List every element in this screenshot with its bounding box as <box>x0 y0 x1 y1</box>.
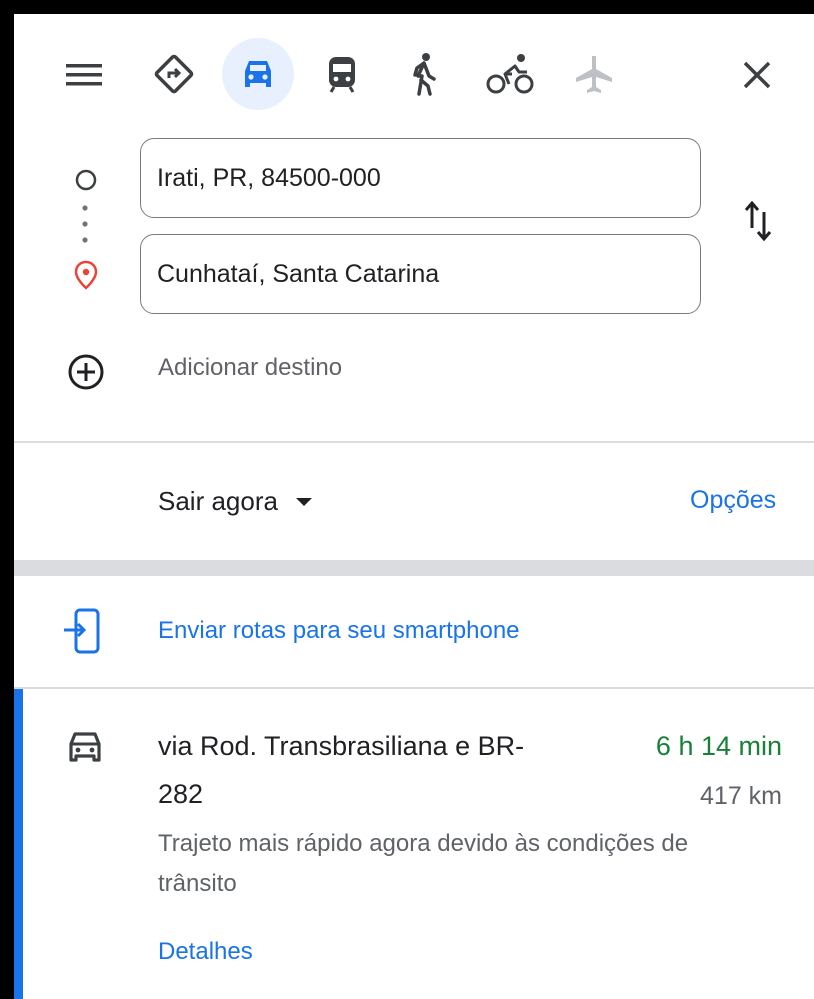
route-details-link[interactable]: Detalhes <box>158 938 253 966</box>
bicycle-mode-button[interactable] <box>474 38 546 110</box>
route-duration: 6 h 14 min <box>655 731 782 761</box>
bicycle-icon <box>486 54 534 94</box>
window-frame-top <box>0 0 814 14</box>
car-route-icon <box>66 730 104 764</box>
dropdown-arrow-icon <box>295 497 312 506</box>
route-dots-icon <box>80 202 90 252</box>
car-mode-button[interactable] <box>222 38 294 110</box>
flight-mode-button[interactable] <box>558 38 630 110</box>
origin-input[interactable]: Irati, PR, 84500-000 <box>140 138 701 218</box>
window-frame-left <box>0 0 14 999</box>
origin-input-value: Irati, PR, 84500-000 <box>157 163 381 192</box>
menu-icon[interactable] <box>64 58 104 92</box>
close-icon[interactable] <box>740 58 774 92</box>
send-to-phone-icon[interactable] <box>60 606 104 656</box>
section-divider <box>14 441 814 443</box>
add-destination-icon[interactable] <box>66 352 106 392</box>
route-note-line1: Trajeto mais rápido agora devido às cond… <box>158 830 689 857</box>
origin-circle-icon <box>74 168 98 192</box>
route-distance: 417 km <box>700 782 782 810</box>
walk-mode-button[interactable] <box>388 38 460 110</box>
route-title-line1: via Rod. Transbrasiliana e BR- <box>158 731 525 761</box>
destination-pin-icon <box>73 260 99 290</box>
best-route-icon <box>154 54 194 94</box>
section-divider-2 <box>14 687 814 689</box>
route-title-line2: 282 <box>158 779 204 809</box>
destination-input[interactable]: Cunhataí, Santa Catarina <box>140 234 701 314</box>
transit-icon <box>329 57 355 93</box>
car-icon <box>245 61 271 87</box>
options-link[interactable]: Opções <box>690 486 776 515</box>
depart-time-select[interactable]: Sair agora <box>158 486 314 517</box>
best-route-mode-button[interactable] <box>138 38 210 110</box>
add-destination-link[interactable]: Adicionar destino <box>158 354 342 382</box>
transit-mode-button[interactable] <box>306 38 378 110</box>
depart-time-label: Sair agora <box>158 486 278 516</box>
section-separator-band <box>14 560 814 576</box>
flight-icon <box>576 56 612 93</box>
send-to-phone-link[interactable]: Enviar rotas para seu smartphone <box>158 617 520 645</box>
route-note-line2: trânsito <box>158 870 237 897</box>
destination-input-value: Cunhataí, Santa Catarina <box>157 259 440 288</box>
walk-icon <box>413 53 436 96</box>
swap-icon[interactable] <box>742 198 774 244</box>
selected-route-indicator <box>14 689 23 999</box>
